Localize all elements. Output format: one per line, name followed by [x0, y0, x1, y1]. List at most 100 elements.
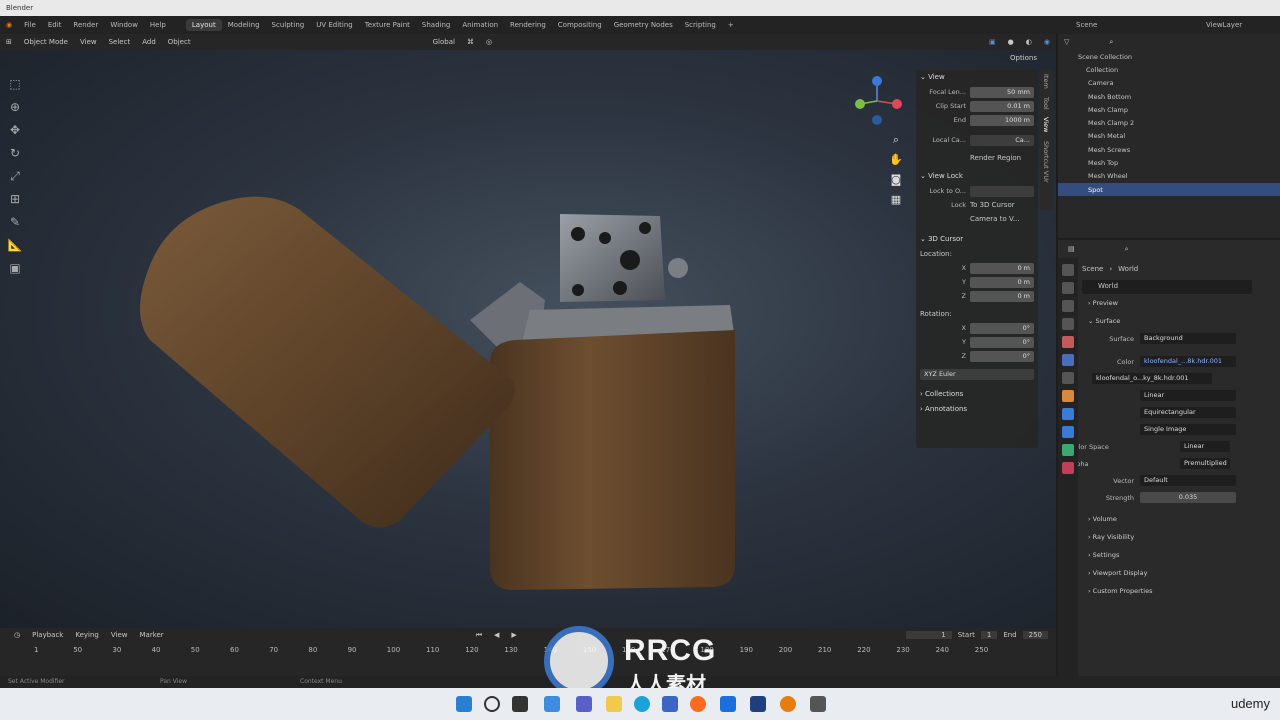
file-explorer-icon[interactable]	[606, 696, 622, 712]
timeline-ruler[interactable]: 1503040506070809010011012013014015016017…	[34, 646, 1034, 658]
camera-to-view-checkbox[interactable]: Camera to V...	[970, 215, 1020, 223]
outliner-filter-icon[interactable]: ▽	[1064, 38, 1069, 46]
collection-tab-icon[interactable]	[1062, 372, 1074, 384]
image-datablock-field[interactable]: kloofendal_o...ky_8k.hdr.001	[1092, 373, 1212, 384]
outliner-item-mesh-wheel[interactable]: Mesh Wheel	[1058, 170, 1280, 183]
notes-icon[interactable]	[810, 696, 826, 712]
rot-y-field[interactable]: 0°	[970, 336, 1034, 348]
scene-selector[interactable]: Scene	[1070, 21, 1200, 29]
constraints-tab-icon[interactable]	[1062, 444, 1074, 456]
zoom-icon[interactable]: ⌕	[888, 130, 904, 150]
current-frame-field[interactable]: 1	[905, 631, 952, 639]
tab-view[interactable]: View	[1040, 113, 1052, 136]
to-3d-cursor-checkbox[interactable]: To 3D Cursor	[970, 201, 1015, 209]
play-reverse-icon[interactable]: ◀	[488, 631, 505, 639]
color-space-select[interactable]: Linear	[1180, 441, 1230, 452]
focal-field[interactable]: 50 mm	[970, 86, 1034, 98]
section-annotations-header[interactable]: › Annotations	[916, 402, 1038, 417]
gizmo-toggle-icon[interactable]: ▣	[983, 38, 1002, 46]
editor-type-icon[interactable]: ⊞	[0, 38, 18, 46]
end-frame-field[interactable]: 250	[1022, 631, 1048, 639]
rot-x-field[interactable]: 0°	[970, 322, 1034, 334]
properties-search-icon[interactable]: ⌕	[1125, 245, 1129, 254]
vector-field[interactable]: Default	[1140, 475, 1236, 486]
section-settings[interactable]: › Settings	[1058, 546, 1280, 564]
app-icon[interactable]	[750, 696, 766, 712]
start-frame-field[interactable]: 1	[980, 631, 998, 639]
section-collections-header[interactable]: › Collections	[916, 387, 1038, 402]
measure-icon[interactable]: 📐	[6, 236, 24, 254]
tab-uv-editing[interactable]: UV Editing	[310, 19, 359, 31]
outliner-item-mesh-bottom[interactable]: Mesh Bottom	[1058, 90, 1280, 103]
surface-field[interactable]: Background	[1140, 333, 1236, 344]
firefox-icon[interactable]	[690, 696, 706, 712]
edge-icon[interactable]	[634, 696, 650, 712]
loc-z-field[interactable]: 0 m	[970, 290, 1034, 302]
widgets-icon[interactable]	[544, 696, 560, 712]
menu-keying[interactable]: Keying	[69, 631, 105, 639]
mode-selector[interactable]: Object Mode	[18, 38, 74, 46]
menu-window[interactable]: Window	[104, 21, 144, 29]
menu-playback[interactable]: Playback	[26, 631, 69, 639]
tab-sculpting[interactable]: Sculpting	[266, 19, 311, 31]
search-icon[interactable]	[484, 696, 500, 712]
outliner-item-mesh-screws[interactable]: Mesh Screws	[1058, 143, 1280, 156]
section-surface[interactable]: ⌄ Surface	[1058, 312, 1280, 330]
play-icon[interactable]: ▶	[505, 631, 522, 639]
interpolation-select[interactable]: Linear	[1140, 390, 1236, 401]
tab-scripting[interactable]: Scripting	[679, 19, 722, 31]
annotate-icon[interactable]: ✎	[6, 213, 24, 231]
menu-select[interactable]: Select	[103, 38, 137, 46]
projection-select[interactable]: Equirectangular	[1140, 407, 1236, 418]
outliner-item-camera[interactable]: Camera	[1058, 77, 1280, 90]
pan-hand-icon[interactable]: ✋	[888, 150, 904, 170]
select-box-icon[interactable]: ⬚	[6, 75, 24, 93]
timeline-editor-icon[interactable]: ◷	[8, 631, 26, 639]
outliner-item-mesh-top[interactable]: Mesh Top	[1058, 156, 1280, 169]
scene-tab-icon[interactable]	[1062, 336, 1074, 348]
camera-view-icon[interactable]: ◙	[888, 170, 904, 190]
menu-marker[interactable]: Marker	[133, 631, 169, 639]
dropbox-icon[interactable]	[720, 696, 736, 712]
render-region-checkbox[interactable]: Render Region	[970, 154, 1021, 162]
proportional-icon[interactable]: ◎	[480, 38, 498, 46]
loc-x-field[interactable]: 0 m	[970, 262, 1034, 274]
section-view-lock-header[interactable]: ⌄ View Lock	[916, 169, 1038, 184]
outliner-item-spot[interactable]: Spot	[1058, 182, 1280, 197]
tab-tool[interactable]: Tool	[1040, 93, 1052, 114]
alpha-select[interactable]: Premultiplied	[1180, 458, 1230, 469]
output-tab-icon[interactable]	[1062, 300, 1074, 312]
color-field[interactable]: kloofendal_...8k.hdr.001	[1140, 356, 1236, 367]
transform-icon[interactable]: ⊞	[6, 190, 24, 208]
scene-collection-row[interactable]: Scene Collection	[1058, 50, 1280, 63]
menu-render[interactable]: Render	[67, 21, 104, 29]
local-camera-field[interactable]: Ca...	[970, 134, 1034, 146]
outliner-search-icon[interactable]: ⌕	[1109, 38, 1113, 47]
grid-icon[interactable]: ▦	[888, 190, 904, 210]
section-3d-cursor-header[interactable]: ⌄ 3D Cursor	[916, 232, 1038, 247]
tab-rendering[interactable]: Rendering	[504, 19, 552, 31]
view-layer-tab-icon[interactable]	[1062, 318, 1074, 330]
menu-file[interactable]: File	[18, 21, 42, 29]
menu-edit[interactable]: Edit	[42, 21, 68, 29]
section-ray-visibility[interactable]: › Ray Visibility	[1058, 528, 1280, 546]
clip-end-field[interactable]: 1000 m	[970, 114, 1034, 126]
breadcrumb-scene[interactable]: Scene	[1082, 265, 1103, 273]
cursor-icon[interactable]: ⊕	[6, 98, 24, 116]
add-workspace-button[interactable]: +	[722, 19, 740, 31]
modifier-tab-icon[interactable]	[1062, 408, 1074, 420]
tab-layout[interactable]: Layout	[185, 19, 222, 31]
tab-compositing[interactable]: Compositing	[552, 19, 608, 31]
3d-viewport[interactable]: ⌕ ✋ ◙ ▦	[0, 50, 1056, 628]
shading-material-icon[interactable]: ◐	[1020, 38, 1038, 46]
blender-logo-icon[interactable]: ◉	[0, 21, 18, 29]
breadcrumb-world[interactable]: World	[1118, 265, 1138, 273]
shading-solid-icon[interactable]: ●	[1002, 38, 1020, 46]
tab-shading[interactable]: Shading	[416, 19, 456, 31]
outliner-item-mesh-clamp-2[interactable]: Mesh Clamp 2	[1058, 116, 1280, 129]
menu-view-timeline[interactable]: View	[105, 631, 134, 639]
rotate-icon[interactable]: ↻	[6, 144, 24, 162]
section-preview[interactable]: › Preview	[1058, 294, 1280, 312]
tab-item[interactable]: Item	[1040, 70, 1052, 93]
tab-modeling[interactable]: Modeling	[222, 19, 266, 31]
